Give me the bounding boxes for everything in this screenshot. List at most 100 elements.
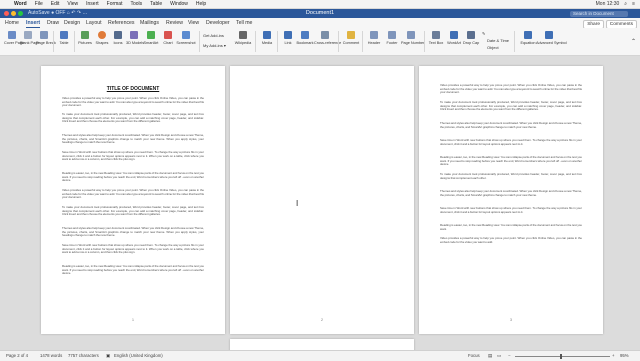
page-number: 1	[132, 318, 134, 322]
page-number-button[interactable]: Page Number	[401, 30, 425, 53]
link-button[interactable]: Link	[280, 30, 296, 53]
page-number-label: Page Number	[401, 41, 425, 45]
3d-models-icon	[130, 31, 138, 39]
cross-reference-icon	[321, 31, 329, 39]
zoom-slider-knob[interactable]	[560, 353, 562, 359]
paragraph: Save time in Word with new buttons that …	[62, 151, 204, 162]
tab-tell-me[interactable]: Tell me	[236, 18, 252, 28]
menu-format[interactable]: Format	[107, 0, 123, 8]
paragraph: Reading is easier, too, in the new Readi…	[62, 265, 204, 276]
signature-line-button[interactable]: ✎	[482, 31, 485, 36]
tab-layout[interactable]: Layout	[86, 18, 102, 28]
menu-app-name[interactable]: Word	[14, 0, 27, 8]
paragraph: Themes and styles also help keep your do…	[440, 190, 582, 197]
paragraph: Reading is easier, too, in the new Readi…	[62, 172, 204, 183]
advanced-symbol-button[interactable]: Advanced Symbol	[536, 30, 567, 53]
zoom-slider[interactable]	[515, 355, 610, 357]
tab-home[interactable]: Home	[5, 18, 19, 28]
menu-help[interactable]: Help	[196, 0, 206, 8]
wikipedia-button[interactable]: Wikipedia	[234, 30, 252, 53]
tab-references[interactable]: References	[108, 18, 135, 28]
3d-models-label: 3D Models	[126, 41, 145, 45]
pictures-button[interactable]: Pictures	[77, 30, 93, 53]
icons-button[interactable]: Icons	[110, 30, 126, 53]
menu-window[interactable]: Window	[170, 0, 188, 8]
chart-button[interactable]: Chart	[160, 30, 176, 53]
page-break-button[interactable]: Page Break	[36, 30, 56, 53]
text-box-icon	[432, 31, 440, 39]
shapes-icon	[98, 31, 106, 39]
text-box-button[interactable]: Text Box	[428, 30, 444, 53]
equation-icon	[524, 31, 532, 39]
screenshot-icon	[182, 31, 190, 39]
macos-menu-bar: Word File Edit View Insert Format Tools …	[0, 0, 640, 9]
menu-edit[interactable]: Edit	[51, 0, 60, 8]
document-title-heading: TITLE OF DOCUMENT	[106, 86, 160, 92]
spotlight-icon[interactable]: ⌕	[624, 0, 627, 8]
media-label: Media	[261, 41, 273, 45]
pictures-label: Pictures	[78, 41, 92, 45]
menu-tools[interactable]: Tools	[130, 0, 142, 8]
cover-page-button[interactable]: Cover Page	[4, 30, 25, 53]
ribbon-tabs: Home Insert Draw Design Layout Reference…	[0, 18, 640, 29]
cover-page-label: Cover Page	[4, 41, 25, 45]
media-icon	[263, 31, 271, 39]
cross-reference-button[interactable]: Cross-reference	[314, 30, 341, 53]
comment-button[interactable]: Comment	[342, 30, 360, 53]
tab-mailings[interactable]: Mailings	[140, 18, 159, 28]
page-break-label: Page Break	[36, 41, 56, 45]
media-button[interactable]: Media	[259, 30, 275, 53]
get-addins-button[interactable]: Get Add-ins	[203, 33, 224, 38]
wordart-button[interactable]: WordArt	[446, 30, 462, 53]
icons-label: Icons	[113, 41, 123, 45]
smartart-label: SmartArt	[143, 41, 159, 45]
bookmark-button[interactable]: Bookmark	[296, 30, 314, 53]
paragraph: Video provides a powerful way to help yo…	[62, 189, 204, 200]
comment-label: Comment	[342, 41, 360, 45]
shapes-button[interactable]: Shapes	[94, 30, 110, 53]
bookmark-icon	[301, 31, 309, 39]
header-button[interactable]: Header	[366, 30, 382, 53]
my-addins-button[interactable]: My Add-ins ▾	[203, 43, 226, 48]
tab-developer[interactable]: Developer	[206, 18, 230, 28]
text-box-label: Text Box	[428, 41, 444, 45]
document-page-1[interactable]: TITLE OF DOCUMENT Video provides a power…	[41, 66, 225, 334]
menu-insert[interactable]: Insert	[86, 0, 99, 8]
header-label: Header	[367, 41, 381, 45]
document-canvas[interactable]: TITLE OF DOCUMENT Video provides a power…	[0, 56, 640, 359]
control-center-icon[interactable]: ≡	[632, 0, 635, 8]
drop-cap-button[interactable]: Drop Cap	[463, 30, 479, 53]
search-box[interactable]: Search in Document	[570, 10, 628, 17]
collapse-ribbon-icon[interactable]: ⌃	[631, 38, 636, 45]
menu-table[interactable]: Table	[150, 0, 162, 8]
paragraph: To make your document look professionall…	[62, 206, 204, 217]
pictures-icon	[81, 31, 89, 39]
paragraph: Video provides a powerful way to help yo…	[62, 97, 204, 108]
blank-page-button[interactable]: Blank Page	[20, 30, 39, 53]
tab-insert[interactable]: Insert	[26, 18, 41, 28]
paragraph: Save time in Word with new buttons that …	[440, 207, 582, 214]
app-menu: Word File Edit View Insert Format Tools …	[14, 0, 206, 8]
object-button[interactable]: Object	[487, 45, 499, 50]
tab-draw[interactable]: Draw	[47, 18, 59, 28]
insert-ribbon: Cover Page Blank Page Page Break Table P…	[0, 28, 640, 56]
document-page-2[interactable]: 2	[230, 66, 414, 334]
tab-design[interactable]: Design	[64, 18, 80, 28]
table-button[interactable]: Table	[56, 30, 72, 53]
text-cursor-icon: I	[296, 199, 299, 208]
page-break-icon	[40, 31, 48, 39]
smartart-button[interactable]: SmartArt	[143, 30, 159, 53]
equation-button[interactable]: Equation	[518, 30, 538, 53]
link-label: Link	[284, 41, 292, 45]
date-time-button[interactable]: Date & Time	[487, 38, 509, 43]
document-page-3[interactable]: Video provides a powerful way to help yo…	[419, 66, 603, 334]
advanced-symbol-label: Advanced Symbol	[536, 41, 567, 45]
menu-view[interactable]: View	[67, 0, 78, 8]
menu-file[interactable]: File	[35, 0, 43, 8]
tab-view[interactable]: View	[188, 18, 199, 28]
screenshot-button[interactable]: Screenshot	[176, 30, 196, 53]
3d-models-button[interactable]: 3D Models	[126, 30, 145, 53]
ribbon-separator	[277, 31, 278, 52]
tab-review[interactable]: Review	[166, 18, 183, 28]
footer-button[interactable]: Footer	[384, 30, 400, 53]
